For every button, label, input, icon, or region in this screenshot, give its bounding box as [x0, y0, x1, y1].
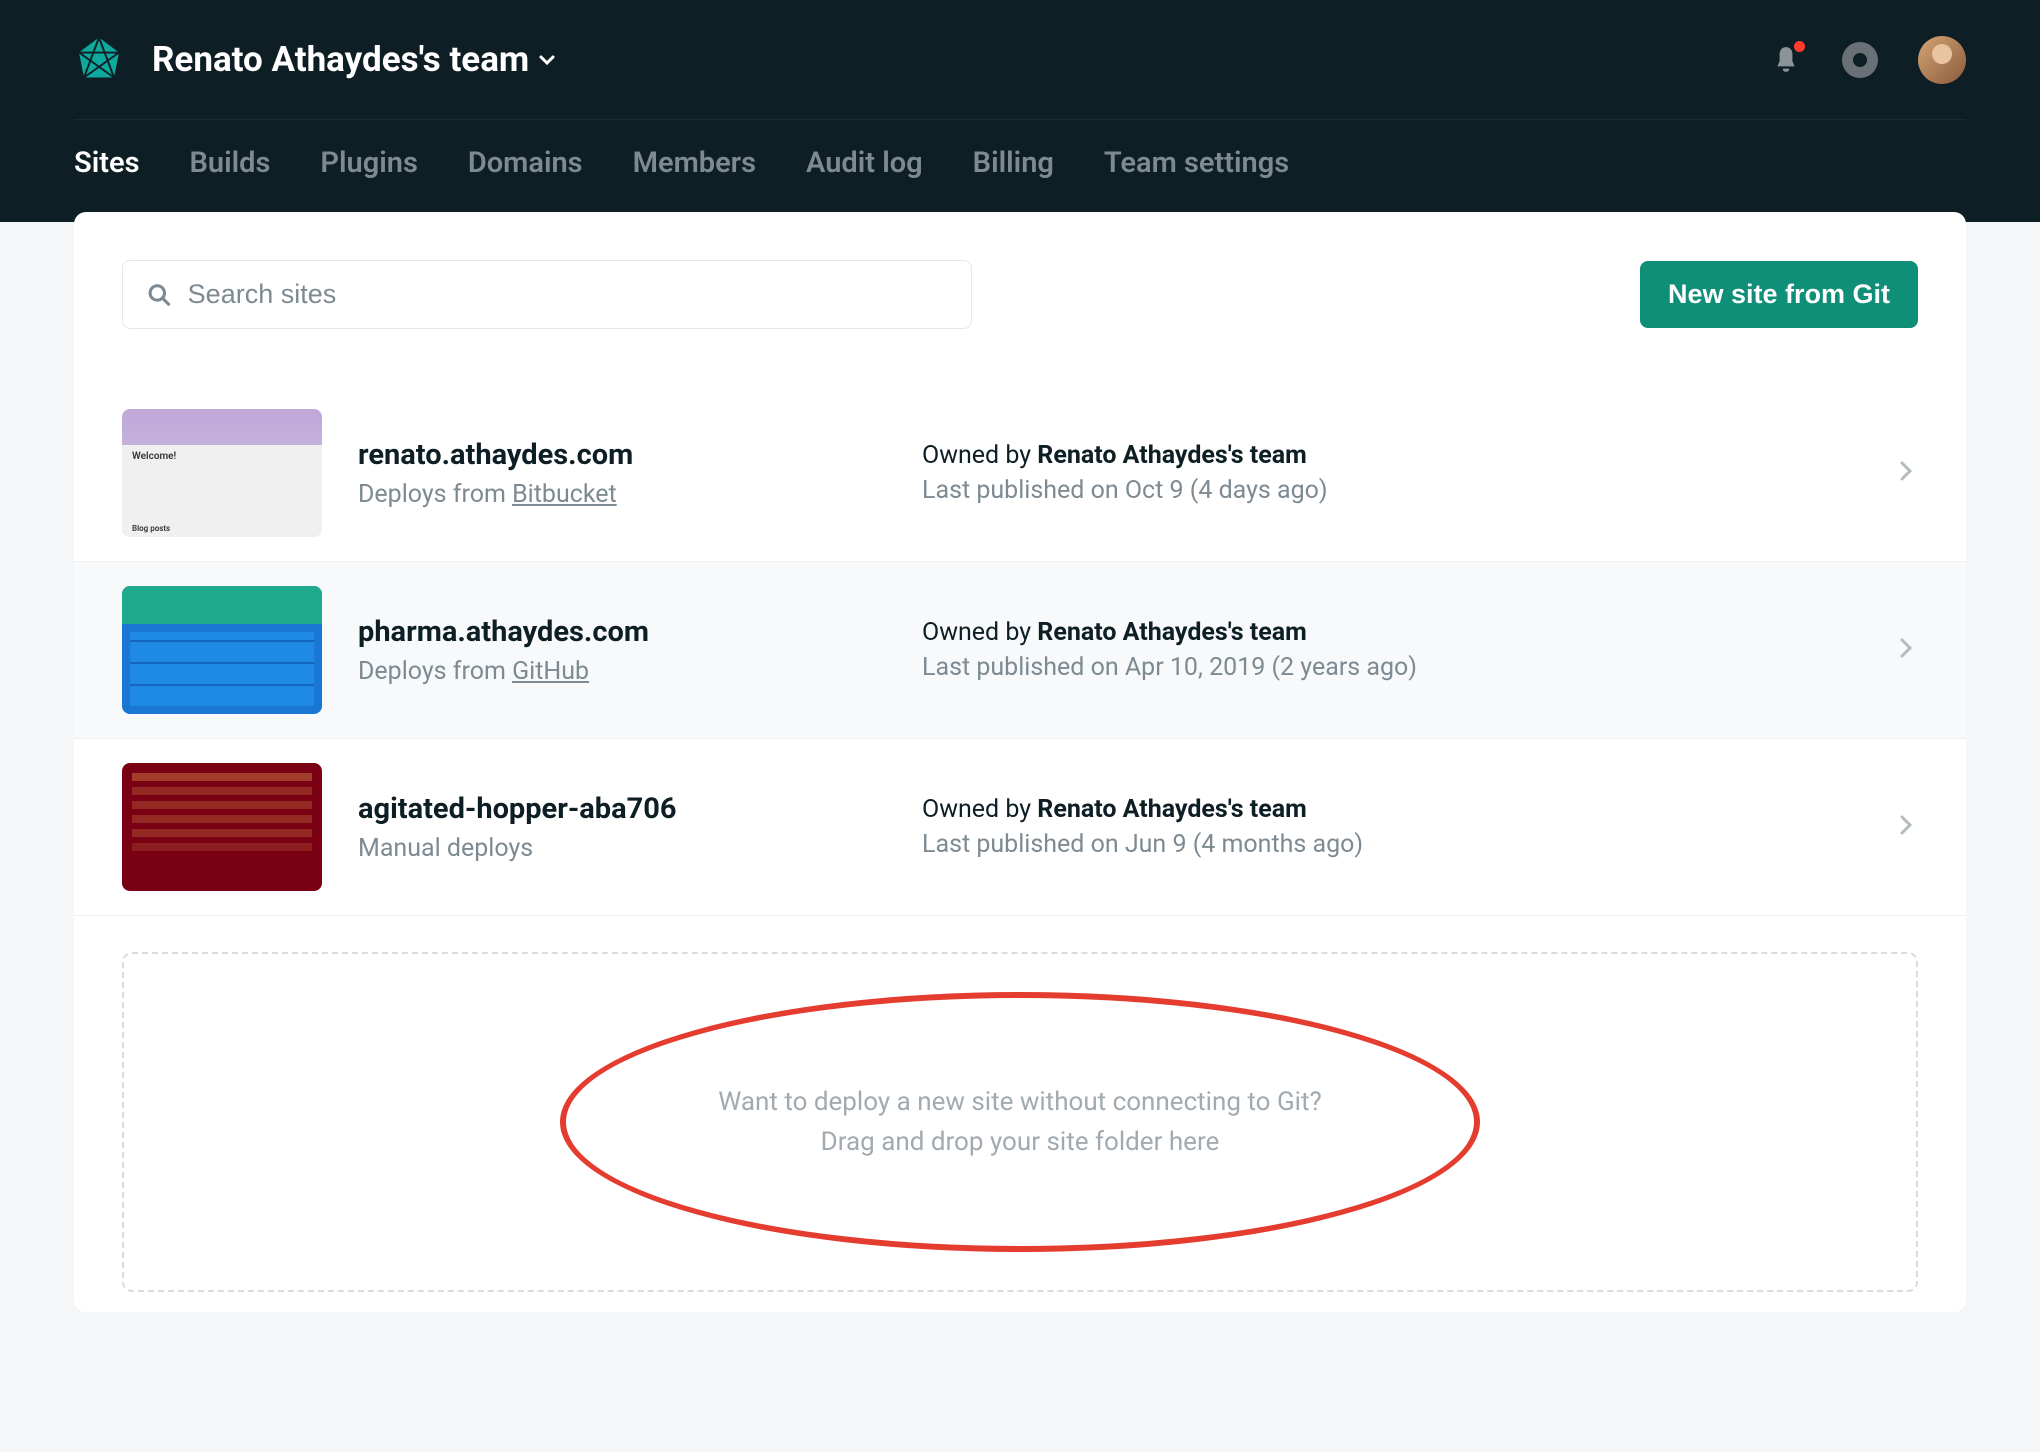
tab-billing[interactable]: Billing — [973, 146, 1054, 180]
site-owner: Owned by Renato Athaydes's team — [922, 618, 1878, 647]
annotation-oval — [560, 992, 1480, 1252]
site-published: Last published on Apr 10, 2019 (2 years … — [922, 653, 1878, 682]
site-name: renato.athaydes.com — [358, 438, 922, 472]
chevron-right-icon — [1898, 813, 1918, 841]
site-row[interactable]: pharma.athaydes.com Deploys from GitHubOw… — [74, 562, 1966, 739]
header-top-bar: Renato Athaydes's team — [74, 0, 1966, 120]
tab-plugins[interactable]: Plugins — [320, 146, 417, 180]
site-thumbnail — [122, 586, 322, 714]
chevron-right-icon — [1898, 459, 1918, 487]
site-info: agitated-hopper-aba706 Manual deploys — [322, 792, 922, 863]
tab-sites[interactable]: Sites — [74, 146, 140, 180]
notification-dot-icon — [1794, 41, 1805, 52]
search-input[interactable] — [188, 279, 947, 310]
header-right — [1770, 36, 1966, 84]
search-icon — [147, 282, 172, 308]
tab-audit-log[interactable]: Audit log — [806, 146, 923, 180]
site-owner: Owned by Renato Athaydes's team — [922, 441, 1878, 470]
dropzone-text-2: Drag and drop your site folder here — [821, 1127, 1220, 1157]
site-deploy-source: Deploys from Bitbucket — [358, 480, 922, 509]
tab-domains[interactable]: Domains — [468, 146, 583, 180]
drag-drop-zone[interactable]: Want to deploy a new site without connec… — [122, 952, 1918, 1292]
new-site-from-git-button[interactable]: New site from Git — [1640, 261, 1918, 328]
site-thumbnail — [122, 763, 322, 891]
main-panel: New site from Git renato.athaydes.com Dep… — [74, 212, 1966, 1312]
deploy-source-link[interactable]: GitHub — [512, 657, 589, 686]
chevron-right-icon — [1898, 636, 1918, 664]
site-meta: Owned by Renato Athaydes's team Last publ… — [922, 795, 1898, 859]
site-published: Last published on Jun 9 (4 months ago) — [922, 830, 1878, 859]
search-box[interactable] — [122, 260, 972, 329]
nav-tabs: Sites Builds Plugins Domains Members Audit lo… — [74, 120, 1966, 222]
site-deploy-source: Manual deploys — [358, 834, 922, 863]
site-owner: Owned by Renato Athaydes's team — [922, 795, 1878, 824]
site-row[interactable]: renato.athaydes.com Deploys from Bitbucke… — [74, 385, 1966, 562]
netlify-logo-icon[interactable] — [74, 35, 124, 85]
site-deploy-source: Deploys from GitHub — [358, 657, 922, 686]
team-name-label: Renato Athaydes's team — [152, 39, 529, 80]
site-published: Last published on Oct 9 (4 days ago) — [922, 476, 1878, 505]
chevron-down-icon — [539, 52, 555, 68]
help-button[interactable] — [1842, 42, 1878, 78]
site-list: renato.athaydes.com Deploys from Bitbucke… — [74, 385, 1966, 916]
site-meta: Owned by Renato Athaydes's team Last publ… — [922, 618, 1898, 682]
circle-icon — [1853, 53, 1867, 67]
app-header: Renato Athaydes's team Sites Builds Plugin… — [0, 0, 2040, 222]
site-thumbnail — [122, 409, 322, 537]
site-info: renato.athaydes.com Deploys from Bitbucke… — [322, 438, 922, 509]
team-switcher[interactable]: Renato Athaydes's team — [152, 39, 555, 80]
notifications-button[interactable] — [1770, 44, 1802, 76]
deploy-source-link[interactable]: Bitbucket — [512, 480, 617, 509]
site-name: pharma.athaydes.com — [358, 615, 922, 649]
tab-members[interactable]: Members — [633, 146, 756, 180]
tab-team-settings[interactable]: Team settings — [1104, 146, 1289, 180]
site-row[interactable]: agitated-hopper-aba706 Manual deploysOwne… — [74, 739, 1966, 916]
tab-builds[interactable]: Builds — [190, 146, 271, 180]
dropzone-text-1: Want to deploy a new site without connec… — [718, 1087, 1322, 1117]
site-name: agitated-hopper-aba706 — [358, 792, 922, 826]
site-info: pharma.athaydes.com Deploys from GitHub — [322, 615, 922, 686]
user-avatar[interactable] — [1918, 36, 1966, 84]
header-left: Renato Athaydes's team — [74, 35, 555, 85]
toolbar: New site from Git — [122, 260, 1918, 329]
site-meta: Owned by Renato Athaydes's team Last publ… — [922, 441, 1898, 505]
